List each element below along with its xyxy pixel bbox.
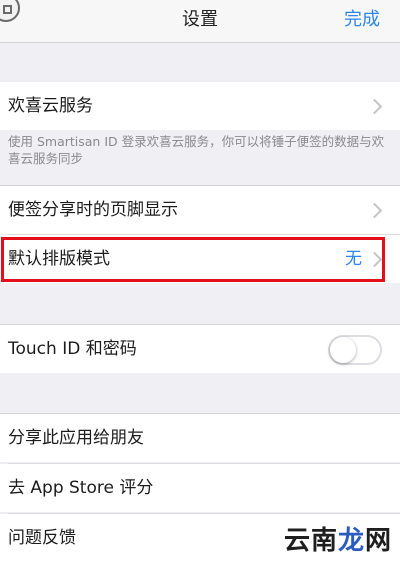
watermark-text: 云南 — [283, 526, 338, 556]
done-button[interactable]: 完成 — [344, 0, 380, 42]
share-app-row[interactable]: 分享此应用给朋友 — [0, 414, 400, 462]
watermark-text-end: 网 — [364, 526, 392, 556]
watermark-logo: 云南龙网 — [284, 522, 392, 560]
footer-display-row[interactable]: 便签分享时的页脚显示 — [0, 186, 400, 234]
cloud-service-description: 使用 Smartisan ID 登录欢喜云服务，你可以将锤子便签的数据与欢喜云服… — [8, 134, 385, 166]
app-store-label: 去 App Store 评分 — [8, 478, 154, 498]
share-app-label: 分享此应用给朋友 — [8, 428, 144, 448]
toggle-knob — [330, 337, 356, 363]
highlight-box — [1, 237, 385, 282]
touch-id-toggle[interactable] — [328, 335, 382, 365]
navigation-bar: 设置 完成 — [0, 0, 400, 43]
touch-id-label: Touch ID 和密码 — [8, 339, 137, 359]
page-title: 设置 — [182, 9, 218, 30]
feedback-label: 问题反馈 — [8, 528, 76, 548]
cloud-service-row[interactable]: 欢喜云服务 — [0, 82, 400, 130]
cloud-service-label: 欢喜云服务 — [8, 96, 93, 116]
touch-id-row: Touch ID 和密码 — [0, 325, 400, 373]
chevron-right-icon — [366, 98, 383, 115]
chevron-right-icon — [366, 202, 383, 219]
watermark-text-accent: 龙 — [337, 526, 365, 556]
app-store-row[interactable]: 去 App Store 评分 — [0, 464, 400, 512]
footer-display-label: 便签分享时的页脚显示 — [8, 200, 178, 220]
